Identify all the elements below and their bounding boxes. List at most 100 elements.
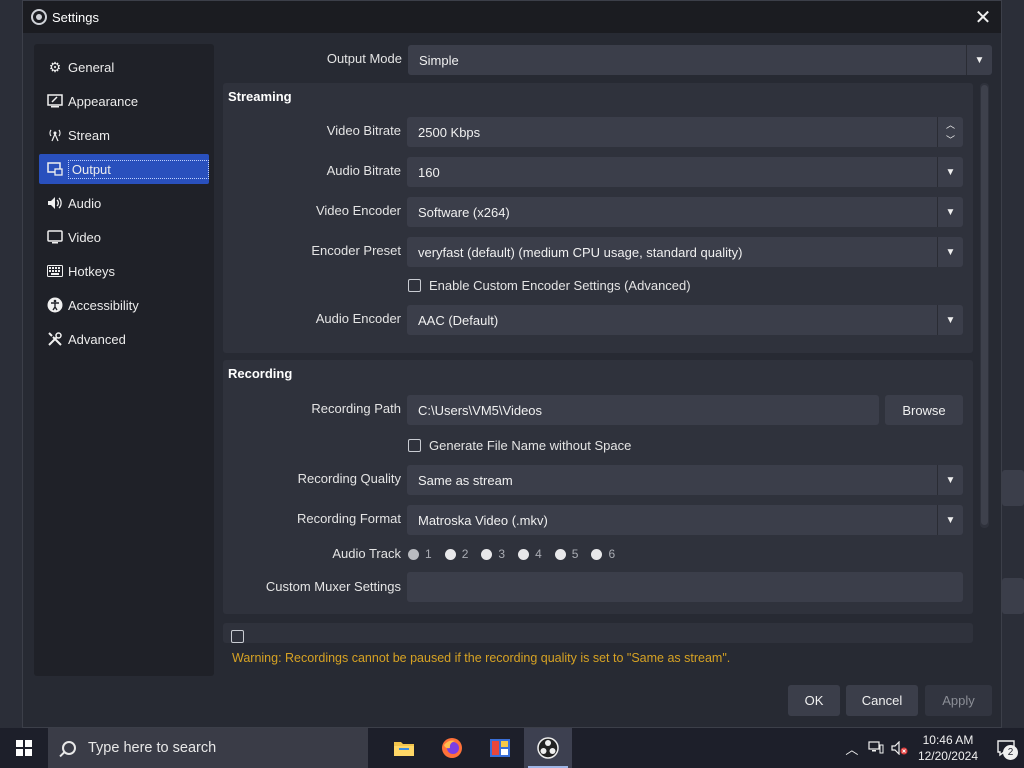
close-button[interactable]: ✕ — [969, 3, 997, 31]
sidebar-item-advanced[interactable]: Advanced — [34, 322, 214, 356]
audio-encoder-value: AAC (Default) — [418, 312, 499, 328]
output-mode-label: Output Mode — [326, 51, 402, 66]
sidebar-item-output[interactable]: Output — [39, 154, 209, 184]
obs-app[interactable] — [524, 728, 572, 768]
chevron-down-icon: ▼ — [937, 465, 963, 495]
content-scrollbar[interactable] — [980, 83, 989, 528]
ok-button[interactable]: OK — [788, 685, 840, 716]
sidebar-item-stream[interactable]: Stream — [34, 118, 214, 152]
video-encoder-value: Software (x264) — [418, 204, 510, 220]
sidebar-item-video[interactable]: Video — [34, 220, 214, 254]
audio-track-radio-2[interactable]: 2 — [444, 547, 469, 561]
checkbox-box[interactable] — [408, 279, 421, 292]
clock-date: 12/20/2024 — [917, 749, 978, 763]
sidebar-item-label: Accessibility — [68, 297, 139, 313]
background-app-right — [1000, 0, 1024, 728]
recording-path-input[interactable]: C:\Users\VM5\Videos — [407, 395, 879, 425]
sidebar-item-label: Video — [68, 229, 102, 245]
recording-format-label: Recording Format — [296, 511, 401, 526]
sidebar-item-accessibility[interactable]: Accessibility — [34, 288, 214, 322]
search-placeholder: Type here to search — [88, 740, 217, 756]
chevron-down-icon: ▼ — [937, 197, 963, 227]
cancel-button[interactable]: Cancel — [846, 685, 918, 716]
sidebar-item-hotkeys[interactable]: Hotkeys — [34, 254, 214, 288]
video-bitrate-value: 2500 Kbps — [418, 124, 481, 140]
no-space-checkbox[interactable]: Generate File Name without Space — [408, 438, 631, 453]
sidebar-item-label: Appearance — [68, 93, 139, 109]
chevron-down-icon: ▼ — [937, 157, 963, 187]
chevron-down-icon: ▼ — [937, 237, 963, 267]
radio-label: 5 — [571, 547, 579, 561]
audio-track-radio-3[interactable]: 3 — [481, 547, 505, 561]
video-encoder-label: Video Encoder — [315, 203, 401, 218]
radio-dot[interactable] — [518, 548, 530, 560]
volume-muted-icon[interactable] — [888, 728, 912, 768]
sidebar-item-appearance[interactable]: Appearance — [34, 84, 214, 118]
recording-quality-select[interactable]: Same as stream ▼ — [407, 465, 963, 495]
media-app-icon — [490, 739, 510, 757]
taskbar-clock[interactable]: 10:46 AM 12/20/2024 — [918, 732, 978, 764]
video-encoder-select[interactable]: Software (x264) ▼ — [407, 197, 963, 227]
chevron-down-icon[interactable]: ﹀ — [938, 132, 963, 147]
firefox-app[interactable] — [428, 728, 476, 768]
browse-button[interactable]: Browse — [885, 395, 963, 425]
audio-track-radio-4[interactable]: 4 — [518, 547, 542, 561]
checkbox-box[interactable] — [231, 630, 244, 643]
background-app-left — [0, 0, 22, 728]
audio-bitrate-select[interactable]: 160 ▼ — [407, 157, 963, 187]
apply-button[interactable]: Apply — [925, 685, 992, 716]
audio-track-radio-6[interactable]: 6 — [591, 547, 615, 561]
streaming-title: Streaming — [228, 89, 292, 104]
sidebar-item-label: Hotkeys — [68, 263, 115, 279]
network-icon[interactable] — [864, 728, 888, 768]
radio-dot[interactable] — [408, 548, 419, 560]
windows-logo-icon — [16, 740, 32, 756]
encoder-preset-value: veryfast (default) (medium CPU usage, st… — [418, 244, 743, 260]
recording-title: Recording — [228, 366, 293, 381]
media-app[interactable] — [476, 728, 524, 768]
notification-center-button[interactable]: 2 — [988, 728, 1024, 768]
sidebar-item-audio[interactable]: Audio — [34, 186, 214, 220]
video-bitrate-spinbox[interactable]: 2500 Kbps ︿ ﹀ — [407, 117, 963, 147]
scrollbar-thumb[interactable] — [981, 85, 988, 525]
recording-path-label: Recording Path — [311, 401, 401, 416]
radio-dot[interactable] — [481, 548, 493, 560]
background-strip — [1002, 470, 1024, 506]
audio-track-radio-1[interactable]: 1 — [408, 547, 432, 561]
file-explorer-app[interactable] — [380, 728, 428, 768]
audio-encoder-select[interactable]: AAC (Default) ▼ — [407, 305, 963, 335]
custom-muxer-input[interactable] — [407, 572, 963, 602]
radio-label: 4 — [535, 547, 542, 561]
audio-track-radio-5[interactable]: 5 — [554, 547, 579, 561]
custom-encoder-checkbox[interactable]: Enable Custom Encoder Settings (Advanced… — [408, 278, 691, 293]
sidebar-item-label: Stream — [68, 127, 110, 143]
sidebar-item-label: General — [68, 59, 115, 75]
folder-icon — [394, 742, 414, 756]
settings-sidebar: ⚙ General Appearance Stream Output Audio… — [34, 44, 214, 676]
radio-dot[interactable] — [554, 548, 566, 560]
obs-icon — [537, 737, 559, 759]
encoder-preset-select[interactable]: veryfast (default) (medium CPU usage, st… — [407, 237, 963, 267]
taskbar-search[interactable]: Type here to search — [48, 728, 368, 768]
audio-track-radio-group: 1 2 3 4 5 6 — [408, 547, 628, 561]
recording-format-select[interactable]: Matroska Video (.mkv) ▼ — [407, 505, 963, 535]
recording-group: Recording Recording Path C:\Users\VM5\Vi… — [223, 360, 973, 614]
custom-muxer-label: Custom Muxer Settings — [265, 579, 401, 594]
output-mode-select[interactable]: Simple ▼ — [408, 45, 992, 75]
start-button[interactable] — [0, 728, 48, 768]
checkbox-box[interactable] — [408, 439, 421, 452]
radio-label: 2 — [461, 547, 469, 561]
title-bar: Settings ✕ — [23, 1, 1001, 33]
settings-content: Output Mode Simple ▼ Streaming Video Bit… — [220, 33, 1000, 643]
radio-label: 3 — [498, 547, 506, 561]
encoder-preset-label: Encoder Preset — [311, 243, 401, 258]
custom-encoder-label: Enable Custom Encoder Settings (Advanced… — [429, 278, 691, 293]
audio-bitrate-value: 160 — [418, 164, 440, 180]
recording-format-value: Matroska Video (.mkv) — [418, 512, 548, 528]
chevron-up-icon[interactable]: ︿ — [938, 117, 963, 132]
chevron-up-icon[interactable]: ︿ — [840, 728, 864, 768]
radio-dot[interactable] — [591, 548, 603, 560]
warning-message: Warning: Recordings cannot be paused if … — [232, 651, 731, 665]
sidebar-item-general[interactable]: ⚙ General — [34, 50, 214, 84]
radio-dot[interactable] — [444, 548, 456, 560]
